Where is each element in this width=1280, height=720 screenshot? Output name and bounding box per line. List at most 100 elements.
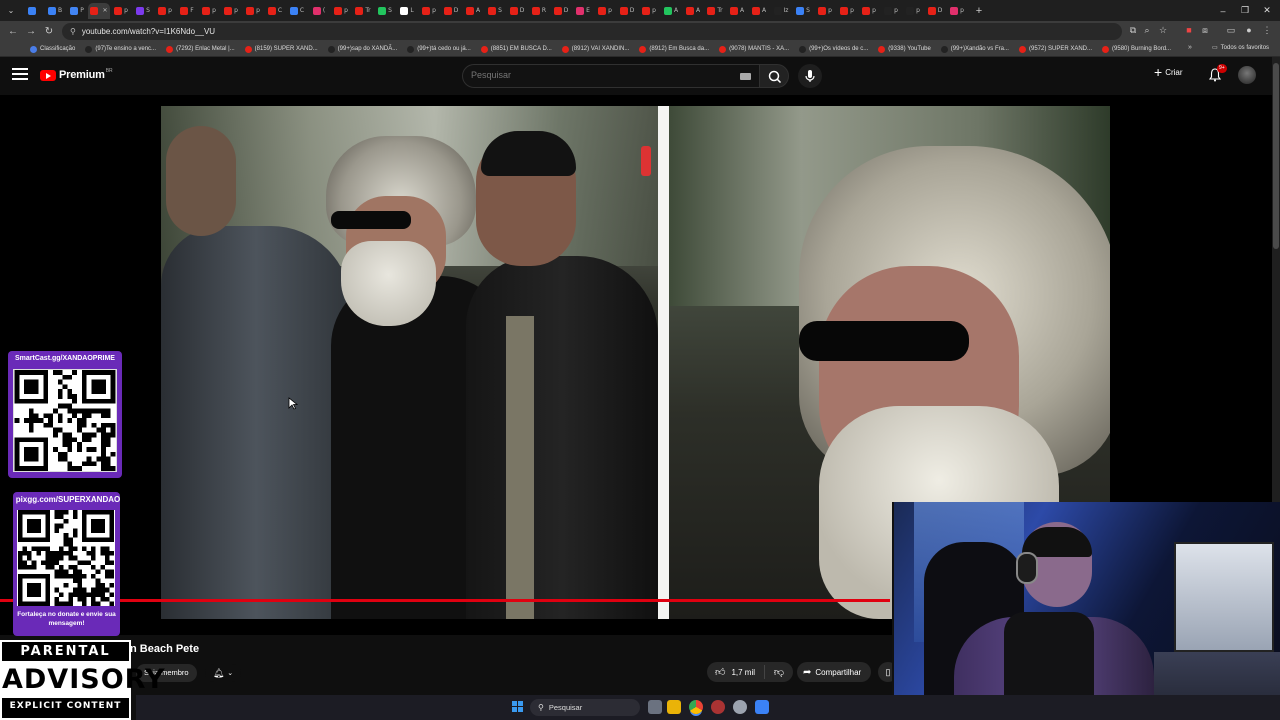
youtube-premium-logo[interactable]: Premium BR [40,68,113,81]
browser-tab[interactable]: ✕ [88,2,110,19]
account-avatar[interactable] [1238,66,1256,84]
bookmark-item[interactable]: (8912) Em Busca da... [639,45,709,53]
create-button[interactable]: + Criar [1154,65,1183,79]
browser-tab[interactable]: p [858,3,880,19]
browser-tab[interactable]: p [330,3,352,19]
browser-tab[interactable]: p [880,3,902,19]
back-button[interactable]: ← [4,26,22,37]
pinned-app-icon[interactable] [755,700,769,714]
url-text[interactable]: youtube.com/watch?v=I1K6Ndo__VU [82,27,215,36]
browser-tab[interactable]: p [946,3,968,19]
browser-tab[interactable]: S [132,3,154,19]
install-app-icon[interactable]: ⧉ [1126,25,1140,36]
browser-tab[interactable]: ( [308,3,330,19]
more-bookmarks-chevron-icon[interactable]: » [1188,44,1192,51]
zoom-icon[interactable]: ⌕ [1140,25,1154,36]
browser-tab[interactable]: p [154,3,176,19]
browser-tab[interactable]: D [616,3,638,19]
bookmark-item[interactable]: (8912) VAI XANDIN... [561,45,629,53]
voice-search-button[interactable] [798,64,822,88]
bookmark-item[interactable]: (8851) EM BUSCA D... [480,45,552,53]
bookmark-item[interactable]: (9338) YouTube [878,45,931,53]
browser-tab[interactable]: A [660,3,682,19]
browser-tab[interactable]: L [396,3,418,19]
taskbar-search[interactable]: ⚲ Pesquisar [530,699,640,716]
browser-tab[interactable]: A [682,3,704,19]
subscription-bell-button[interactable]: 🔔︎ ⌄ [205,664,241,682]
browser-tab[interactable] [22,3,44,19]
browser-tab[interactable]: R [528,3,550,19]
browser-tab[interactable]: p [110,3,132,19]
browser-tab[interactable]: p [242,3,264,19]
browser-tab[interactable]: B [44,3,66,19]
browser-tab[interactable]: A [748,3,770,19]
browser-tab[interactable]: p [220,3,242,19]
browser-tab[interactable]: P [66,3,88,19]
profile-icon[interactable]: ● [1242,25,1256,35]
address-bar[interactable]: ⚲ youtube.com/watch?v=I1K6Ndo__VU [62,23,1122,40]
browser-tab[interactable]: S [792,3,814,19]
bookmark-item[interactable]: (99+)tá cedo ou já... [407,45,471,53]
site-info-icon[interactable]: ⚲ [70,27,76,36]
bookmark-item[interactable]: (9078) MANTIS - XA... [719,45,789,53]
settings-gear-icon[interactable] [733,700,747,714]
new-tab-button[interactable]: + [968,3,990,19]
bookmark-item[interactable]: (99+)Xandão vs Fra... [940,45,1009,53]
scrollbar-thumb[interactable] [1273,63,1279,249]
browser-tab[interactable]: C [286,3,308,19]
browser-tab[interactable]: D [506,3,528,19]
all-bookmarks-folder[interactable]: ▭ Todos os favoritos [1212,44,1269,52]
browser-tab[interactable]: p [638,3,660,19]
browser-tab[interactable]: F [176,3,198,19]
dislike-button[interactable]: 👎︎ [765,666,793,678]
browser-tab[interactable]: S [484,3,506,19]
video-progress-bar[interactable] [0,599,890,602]
maximize-button[interactable]: ❐ [1234,0,1256,21]
forward-button[interactable]: → [22,26,40,37]
browser-tab[interactable]: p [198,3,220,19]
hamburger-menu-icon[interactable] [12,68,28,82]
like-button[interactable]: 👍︎ 1,7 mil [707,665,765,679]
bookmark-item[interactable]: (8159) SUPER XAND... [244,45,318,53]
browser-tab[interactable]: Tr [352,3,374,19]
windows-start-icon[interactable] [512,701,524,713]
browser-tab[interactable]: p [902,3,924,19]
browser-tab[interactable]: C [264,3,286,19]
close-window-button[interactable]: ✕ [1256,0,1278,21]
chrome-icon[interactable] [689,700,703,714]
bookmark-item[interactable]: Classificação [30,45,75,53]
file-explorer-icon[interactable] [667,700,681,714]
browser-tab[interactable]: Iz [770,3,792,19]
extensions-puzzle-icon[interactable]: ⧈ [1198,25,1212,36]
bookmark-item[interactable]: (99+)sap do XANDÃ... [327,45,397,53]
browser-tab[interactable]: A [462,3,484,19]
bookmark-item[interactable]: (99+)Os vídeos de c... [799,45,868,53]
browser-tab[interactable]: p [814,3,836,19]
bookmark-item[interactable]: (9572) SUPER XAND... [1018,45,1092,53]
search-input[interactable] [471,70,721,80]
keyboard-icon[interactable] [740,73,751,80]
bookmark-item[interactable]: (9580) Burning Bord... [1102,45,1171,53]
tab-search-icon[interactable]: ⌄ [0,3,22,19]
browser-tab[interactable]: p [418,3,440,19]
chrome-menu-icon[interactable]: ⋮ [1260,25,1274,36]
cast-icon[interactable]: ▭ [1224,25,1238,36]
browser-tab[interactable]: D [550,3,572,19]
browser-tab[interactable]: E [572,3,594,19]
close-tab-icon[interactable]: ✕ [102,7,107,14]
browser-tab[interactable]: S [374,3,396,19]
browser-tab[interactable]: p [594,3,616,19]
bookmark-star-icon[interactable]: ☆ [1156,25,1170,36]
minimize-button[interactable]: – [1212,0,1234,21]
search-button[interactable] [759,64,789,88]
share-button[interactable]: ➦ Compartilhar [797,662,871,682]
obs-icon[interactable] [711,700,725,714]
bookmark-item[interactable]: (7292) Enlac Metal |... [166,45,235,53]
browser-tab[interactable]: A [726,3,748,19]
extension-icon[interactable]: ■ [1182,25,1196,35]
reload-button[interactable]: ↻ [40,26,58,37]
browser-tab[interactable]: Tr [704,3,726,19]
task-view-icon[interactable] [648,700,662,714]
browser-tab[interactable]: D [440,3,462,19]
browser-tab[interactable]: p [836,3,858,19]
